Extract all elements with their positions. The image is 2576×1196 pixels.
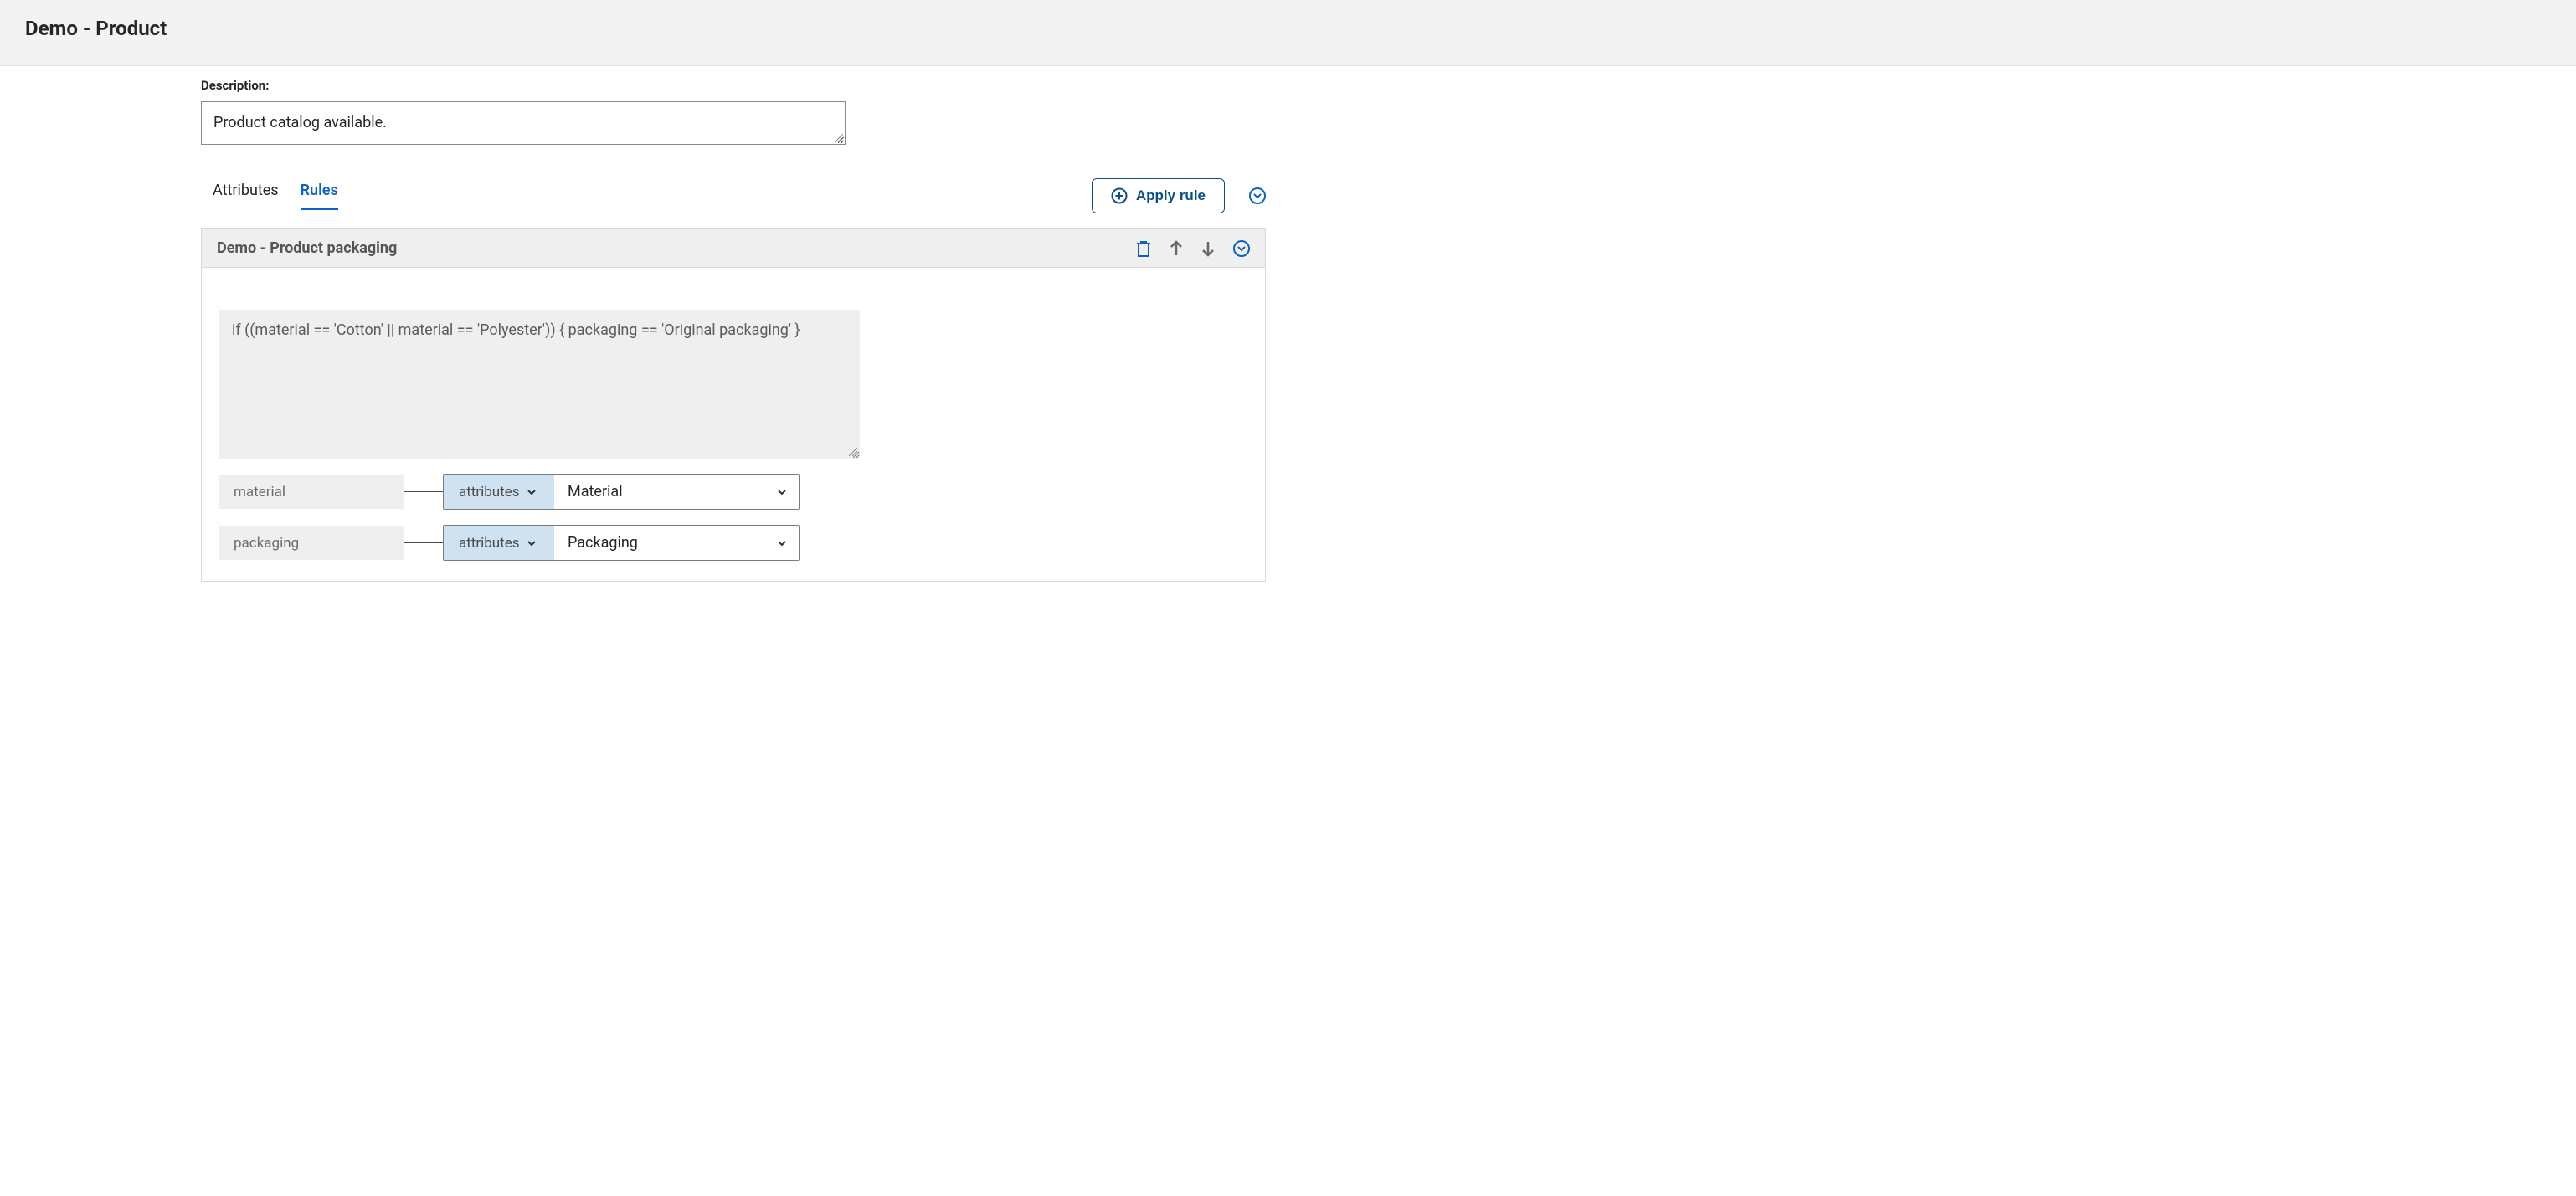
collapse-rule-toggle[interactable] (1233, 240, 1250, 257)
arrow-down-icon (1201, 240, 1215, 257)
mapping-selector: attributes Material (443, 474, 800, 510)
chevron-down-icon (527, 487, 537, 497)
chevron-down-icon (527, 538, 537, 548)
mapping-source-label: attributes (459, 484, 520, 500)
apply-rule-button[interactable]: Apply rule (1092, 178, 1225, 213)
tab-attributes[interactable]: Attributes (213, 182, 279, 210)
chevron-down-icon (1253, 192, 1262, 200)
tab-rules[interactable]: Rules (301, 182, 338, 210)
description-input[interactable]: Product catalog available. (201, 101, 846, 145)
trash-icon (1136, 240, 1151, 257)
main-content: Description: Product catalog available. … (201, 66, 1490, 607)
mapping-source-select[interactable]: attributes (444, 526, 554, 560)
move-down-button[interactable] (1201, 240, 1215, 257)
tabs-row: Attributes Rules Apply rule (201, 178, 1266, 213)
rule-expression-input[interactable]: if ((material == 'Cotton' || material ==… (219, 310, 860, 459)
rule-body: if ((material == 'Cotton' || material ==… (202, 268, 1265, 581)
mapping-var-label: packaging (219, 526, 404, 560)
rule-header: Demo - Product packaging (202, 229, 1265, 268)
arrow-up-icon (1170, 240, 1183, 257)
delete-rule-button[interactable] (1136, 240, 1151, 257)
tabs: Attributes Rules (213, 182, 1092, 210)
resize-handle-icon[interactable] (849, 448, 857, 456)
chevron-down-icon (777, 487, 787, 497)
rule-title: Demo - Product packaging (217, 239, 1136, 257)
tab-actions: Apply rule (1092, 178, 1266, 213)
description-value: Product catalog available. (213, 114, 387, 131)
page-header: Demo - Product (0, 0, 2576, 66)
mapping-value-select[interactable]: Material (554, 475, 799, 509)
mapping-value-label: Material (568, 483, 623, 500)
mapping-value-select[interactable]: Packaging (554, 526, 799, 560)
mapping-selector: attributes Packaging (443, 525, 800, 561)
mapping-row-material: material attributes Material (219, 474, 1248, 510)
plus-circle-icon (1111, 187, 1128, 204)
apply-rule-label: Apply rule (1136, 187, 1206, 204)
mapping-source-label: attributes (459, 535, 520, 552)
mapping-source-select[interactable]: attributes (444, 475, 554, 509)
connector-line (404, 491, 443, 492)
move-up-button[interactable] (1170, 240, 1183, 257)
mapping-var-label: material (219, 475, 404, 509)
more-actions-toggle[interactable] (1249, 187, 1266, 204)
page-title: Demo - Product (25, 17, 2551, 40)
mapping-value-label: Packaging (568, 534, 638, 552)
chevron-down-icon (1237, 244, 1246, 253)
rules-panel: Demo - Product packaging if ((material =… (201, 228, 1266, 582)
mapping-row-packaging: packaging attributes Packaging (219, 525, 1248, 561)
chevron-down-icon (777, 538, 787, 548)
rule-expression-text: if ((material == 'Cotton' || material ==… (232, 321, 800, 339)
rule-header-actions (1136, 240, 1250, 257)
connector-line (404, 542, 443, 543)
resize-handle-icon[interactable] (835, 134, 843, 142)
description-label: Description: (201, 78, 1490, 93)
